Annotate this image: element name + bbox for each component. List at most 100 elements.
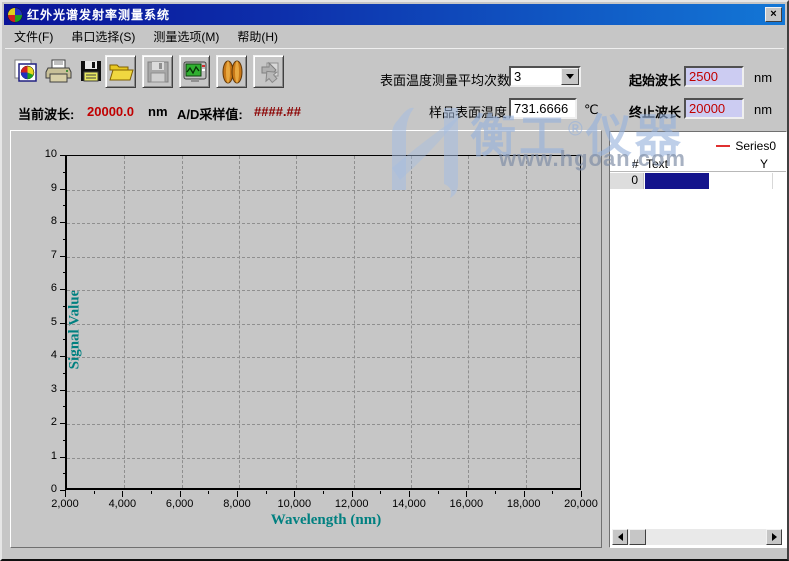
- y-minor-tick: [63, 205, 66, 206]
- current-wavelength-label: 当前波长:: [18, 104, 74, 123]
- legend-series-name: Series0: [735, 139, 776, 153]
- export-disabled-icon: [257, 60, 281, 84]
- y-tick-label: 1: [27, 450, 57, 462]
- x-minor-tick: [266, 491, 267, 494]
- x-tick-label: 4,000: [97, 498, 147, 510]
- v-gridline: [526, 156, 527, 488]
- h-gridline: [67, 458, 580, 459]
- h-gridline: [67, 357, 580, 358]
- x-tick-label: 18,000: [499, 498, 549, 510]
- h-gridline: [67, 190, 580, 191]
- end-wavelength-unit: nm: [754, 102, 772, 117]
- close-button[interactable]: ×: [765, 7, 782, 22]
- series-data-panel: Series0 # Text Y 0: [609, 131, 787, 548]
- y-tick-label: 6: [27, 282, 57, 294]
- open-file-button[interactable]: [105, 55, 136, 88]
- x-tick-mark: [352, 491, 353, 497]
- h-gridline: [67, 257, 580, 258]
- h-gridline: [67, 324, 580, 325]
- avg-count-value: 3: [511, 68, 561, 85]
- x-tick-mark: [409, 491, 410, 497]
- data-grid-header: # Text Y: [610, 156, 786, 172]
- x-minor-tick: [151, 491, 152, 494]
- y-tick-mark: [60, 390, 66, 391]
- x-tick-mark: [65, 491, 66, 497]
- x-tick-label: 8,000: [212, 498, 262, 510]
- start-wavelength-unit: nm: [754, 70, 772, 85]
- start-wavelength-field[interactable]: 2500: [684, 66, 744, 87]
- open-folder-icon: [108, 61, 134, 83]
- print-icon[interactable]: [45, 56, 73, 86]
- horizontal-scrollbar[interactable]: [612, 529, 782, 545]
- y-minor-tick: [63, 373, 66, 374]
- y-tick-label: 3: [27, 383, 57, 395]
- y-tick-label: 4: [27, 349, 57, 361]
- text-cell-selected[interactable]: [645, 173, 709, 189]
- column-header-y: Y: [760, 157, 768, 171]
- scope-view-button[interactable]: [179, 55, 210, 88]
- y-tick-mark: [60, 256, 66, 257]
- sample-temp-unit: ℃: [584, 102, 599, 118]
- v-gridline: [296, 156, 297, 488]
- avg-count-combobox[interactable]: 3: [509, 66, 581, 87]
- x-tick-label: 2,000: [40, 498, 90, 510]
- y-minor-tick: [63, 406, 66, 407]
- save-disabled-icon: [146, 60, 170, 84]
- x-tick-mark: [237, 491, 238, 497]
- save-file-button-disabled[interactable]: [142, 55, 173, 88]
- y-minor-tick: [63, 339, 66, 340]
- row-index-cell[interactable]: 0: [610, 173, 644, 189]
- chevron-down-icon: [566, 74, 574, 79]
- chart-panel: Signal Value Wavelength (nm) 01234567891…: [10, 130, 602, 548]
- y-tick-label: 9: [27, 182, 57, 194]
- x-tick-mark: [581, 491, 582, 497]
- menu-help[interactable]: 帮助(H): [228, 26, 287, 47]
- v-gridline: [468, 156, 469, 488]
- v-gridline: [354, 156, 355, 488]
- save-icon[interactable]: [77, 56, 105, 86]
- x-tick-label: 10,000: [269, 498, 319, 510]
- sample-temp-field[interactable]: 731.6666: [509, 98, 577, 119]
- window-title: 红外光谱发射率测量系统: [27, 6, 170, 23]
- end-wavelength-field[interactable]: 20000: [684, 98, 744, 119]
- x-tick-label: 20,000: [556, 498, 606, 510]
- y-tick-mark: [60, 323, 66, 324]
- scroll-right-button[interactable]: [766, 529, 782, 545]
- scroll-left-button[interactable]: [612, 529, 628, 545]
- menu-file[interactable]: 文件(F): [5, 26, 62, 47]
- v-gridline: [182, 156, 183, 488]
- triangle-right-icon: [772, 533, 777, 541]
- x-tick-label: 16,000: [441, 498, 491, 510]
- current-wavelength-value: 20000.0: [87, 104, 134, 119]
- app-icon: [7, 7, 23, 23]
- legend-line-icon: [716, 145, 730, 147]
- y-tick-mark: [60, 423, 66, 424]
- v-gridline: [411, 156, 412, 488]
- y-value-cell[interactable]: [709, 173, 773, 189]
- y-tick-label: 0: [27, 483, 57, 495]
- y-minor-tick: [63, 172, 66, 173]
- column-header-text: Text: [646, 157, 668, 171]
- lens-pair-icon: [220, 59, 244, 85]
- chart-icon[interactable]: [11, 56, 39, 86]
- x-tick-mark: [466, 491, 467, 497]
- h-gridline: [67, 424, 580, 425]
- triangle-left-icon: [618, 533, 623, 541]
- data-grid-row[interactable]: 0: [610, 173, 786, 189]
- export-button-disabled[interactable]: [253, 55, 284, 88]
- y-tick-mark: [60, 289, 66, 290]
- y-minor-tick: [63, 239, 66, 240]
- x-tick-label: 12,000: [327, 498, 377, 510]
- combo-dropdown-button[interactable]: [561, 68, 579, 85]
- scrollbar-thumb[interactable]: [629, 529, 646, 545]
- x-minor-tick: [552, 491, 553, 494]
- menu-serial-port[interactable]: 串口选择(S): [62, 26, 144, 47]
- y-minor-tick: [63, 272, 66, 273]
- start-wavelength-label: 起始波长: [629, 70, 681, 89]
- lens-button[interactable]: [216, 55, 247, 88]
- y-tick-label: 5: [27, 316, 57, 328]
- y-tick-mark: [60, 457, 66, 458]
- y-tick-mark: [60, 155, 66, 156]
- menu-measure-options[interactable]: 测量选项(M): [144, 26, 228, 47]
- title-bar: 红外光谱发射率测量系统 ×: [4, 4, 785, 25]
